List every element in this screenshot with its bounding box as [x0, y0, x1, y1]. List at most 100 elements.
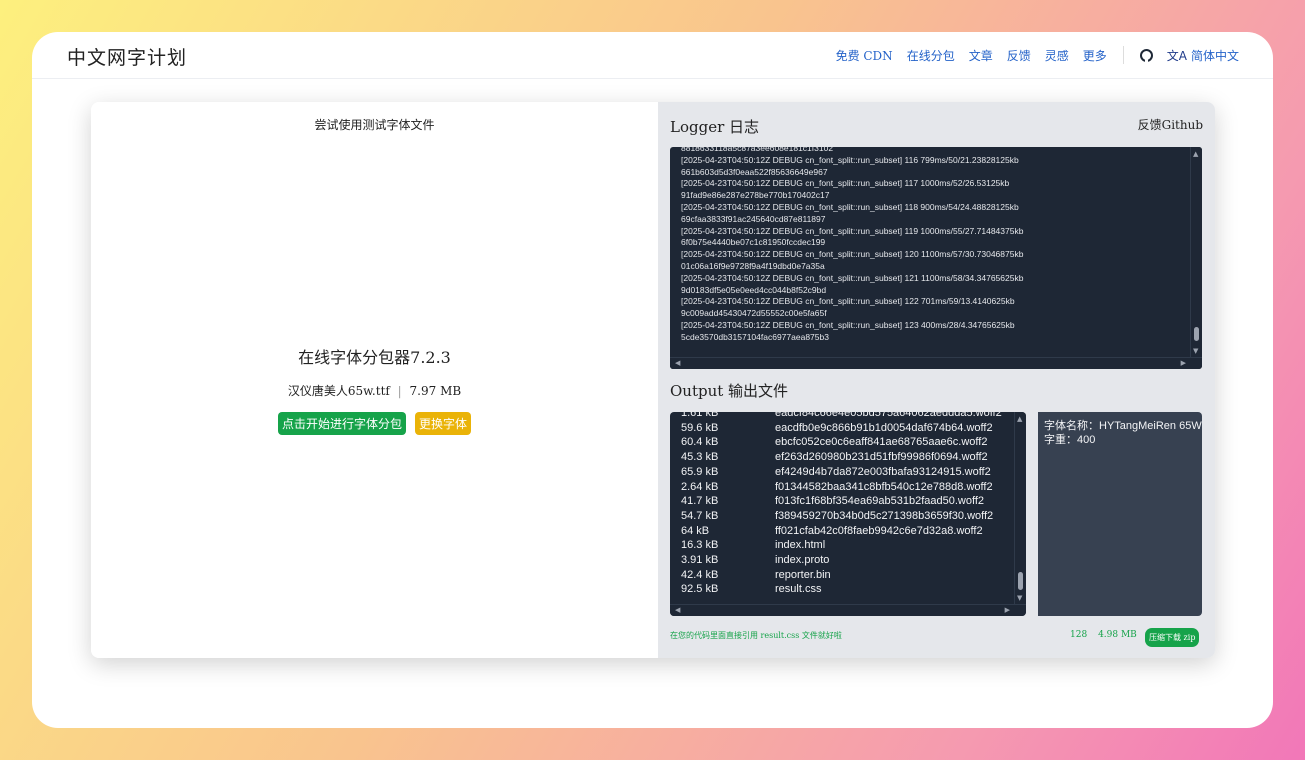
scroll-right-arrow-icon[interactable]: ▶	[1181, 359, 1186, 367]
logger-console[interactable]: 8818633118a5c87a3ee608e181c1f3102 [2025-0…	[670, 147, 1202, 369]
log-line: 8818633118a5c87a3ee608e181c1f3102	[681, 147, 834, 153]
file-size: 7.97 MB	[409, 384, 462, 398]
output-file-row[interactable]: 54.7 kB f389459270b34b0d5c271398b3659f30.…	[681, 509, 1002, 524]
log-line: [2025-04-23T04:50:12Z DEBUG cn_font_spli…	[681, 154, 1019, 165]
output-file-size: 45.3 kB	[681, 451, 719, 464]
site-logo[interactable]: 中文网字计划	[67, 43, 187, 70]
scroll-right-arrow-icon[interactable]: ▶	[1005, 606, 1010, 614]
nav-link-inspiration[interactable]: 灵感	[1045, 47, 1069, 64]
output-file-row[interactable]: 45.3 kB ef263d260980b231d51fbf99986f0694.…	[681, 450, 1002, 465]
usage-note: 在您的代码里面直接引用 result.css 文件就好啦	[670, 631, 842, 640]
scroll-down-arrow-icon[interactable]: ▼	[1017, 594, 1022, 602]
output-file-size: 42.4 kB	[681, 568, 719, 581]
output-file-name: f389459270b34b0d5c271398b3659f30.woff2	[775, 509, 994, 522]
log-line: 6f0b75e4440be07c1c81950fccdec199	[681, 237, 826, 248]
font-splitter-card: 尝试使用测试字体文件 在线字体分包器7.2.3 汉仪唐美人65w.ttf | 7…	[91, 102, 1215, 658]
file-count: 128	[1070, 630, 1088, 640]
log-line: [2025-04-23T04:50:12Z DEBUG cn_font_spli…	[681, 296, 1015, 307]
output-file-row[interactable]: 41.7 kB f013fc1f68bf354ea69ab531b2faad50.…	[681, 494, 1002, 509]
output-file-row[interactable]: 3.91 kB index.proto	[681, 553, 1002, 568]
output-file-size: 1.61 kB	[681, 412, 719, 419]
output-file-size: 65.9 kB	[681, 465, 719, 478]
nav-link-cdn[interactable]: 免费 CDN	[836, 47, 893, 64]
change-font-button[interactable]: 更换字体	[415, 412, 472, 435]
output-file-name: result.css	[775, 583, 822, 596]
log-scroll-thumb[interactable]	[1194, 327, 1199, 341]
nav-link-articles[interactable]: 文章	[969, 47, 993, 64]
scroll-left-arrow-icon[interactable]: ◀	[675, 359, 680, 367]
font-family-name: 字体名称：HYTangMeiRen 65W	[1044, 420, 1202, 432]
log-vertical-scrollbar[interactable]: ▲ ▼	[1190, 147, 1202, 358]
file-name: 汉仪唐美人65w.ttf	[287, 384, 390, 398]
log-line: [2025-04-23T04:50:12Z DEBUG cn_font_spli…	[681, 249, 1024, 260]
font-info-panel: 字体名称：HYTangMeiRen 65W 字重：400	[1038, 412, 1202, 616]
log-line: [2025-04-23T04:50:12Z DEBUG cn_font_spli…	[681, 272, 1024, 283]
output-file-size: 59.6 kB	[681, 421, 719, 434]
output-file-name: ef263d260980b231d51fbf99986f0694.woff2	[775, 451, 988, 464]
scroll-up-arrow-icon[interactable]: ▲	[1017, 415, 1022, 423]
output-file-size: 16.3 kB	[681, 539, 719, 552]
nav-link-more[interactable]: 更多	[1083, 47, 1107, 64]
translate-icon[interactable]: 文A	[1167, 47, 1187, 64]
action-buttons: 点击开始进行字体分包 更换字体	[91, 412, 658, 435]
output-stats: 128 4.98 MB	[1070, 630, 1145, 640]
log-line: [2025-04-23T04:50:12Z DEBUG cn_font_spli…	[681, 319, 1015, 330]
output-file-row[interactable]: 1.61 kB eadcf84c66e4e05bd575a64062aeddda5…	[681, 412, 1002, 421]
output-vertical-scrollbar[interactable]: ▲ ▼	[1014, 412, 1026, 605]
try-test-font-link[interactable]: 尝试使用测试字体文件	[91, 116, 658, 133]
download-zip-button[interactable]: 压缩下载 zip	[1145, 628, 1200, 647]
logger-title: Logger 日志	[670, 118, 760, 136]
nav-divider	[1122, 46, 1124, 64]
scroll-down-arrow-icon[interactable]: ▼	[1193, 347, 1198, 355]
output-file-name: index.proto	[775, 554, 830, 567]
github-icon[interactable]	[1139, 48, 1153, 62]
scroll-left-arrow-icon[interactable]: ◀	[675, 606, 680, 614]
output-file-size: 60.4 kB	[681, 436, 719, 449]
output-file-row[interactable]: 60.4 kB ebcfc052ce0c6eaff841ae68765aae6c.…	[681, 435, 1002, 450]
output-scroll-thumb[interactable]	[1018, 572, 1023, 590]
log-line: 5cde3570db3157104fac6977aea875b3	[681, 331, 829, 342]
output-file-size: 41.7 kB	[681, 495, 719, 508]
output-files-table: 1.61 kB eadcf84c66e4e05bd575a64062aeddda5…	[681, 412, 1002, 597]
output-file-row[interactable]: 2.64 kB f01344582baa341c8bfb540c12e788d8.…	[681, 480, 1002, 495]
output-file-name: index.html	[775, 539, 826, 552]
output-file-row[interactable]: 59.6 kB eacdfb0e9c866b91b1d0054daf674b64.…	[681, 421, 1002, 436]
log-horizontal-scrollbar[interactable]: ◀ ▶	[670, 357, 1202, 369]
output-file-name: eadcf84c66e4e05bd575a64062aeddda5.woff2	[775, 412, 1002, 419]
output-horizontal-scrollbar[interactable]: ◀ ▶	[670, 604, 1026, 616]
output-file-name: reporter.bin	[775, 568, 831, 581]
output-file-row[interactable]: 16.3 kB index.html	[681, 538, 1002, 553]
output-file-name: ebcfc052ce0c6eaff841ae68765aae6c.woff2	[775, 436, 988, 449]
top-nav: 中文网字计划 免费 CDN 在线分包 文章 反馈 灵感 更多 文A 简体中文	[32, 32, 1273, 79]
log-lines: 8818633118a5c87a3ee608e181c1f3102 [2025-0…	[681, 147, 1181, 344]
output-file-size: 64 kB	[681, 524, 710, 537]
output-file-row[interactable]: 65.9 kB ef4249d4b7da872e003fbafa93124915.…	[681, 465, 1002, 480]
log-line: [2025-04-23T04:50:12Z DEBUG cn_font_spli…	[681, 178, 1010, 189]
output-file-row[interactable]: 42.4 kB reporter.bin	[681, 568, 1002, 583]
nav-link-online[interactable]: 在线分包	[907, 47, 955, 64]
scroll-up-arrow-icon[interactable]: ▲	[1193, 150, 1198, 158]
output-file-name: ef4249d4b7da872e003fbafa93124915.woff2	[775, 465, 991, 478]
output-file-name: eacdfb0e9c866b91b1d0054daf674b64.woff2	[775, 421, 993, 434]
output-file-row[interactable]: 64 kB ff021cfab42c0f8faeb9942c6e7d32a8.wo…	[681, 524, 1002, 539]
output-file-name: f01344582baa341c8bfb540c12e788d8.woff2	[775, 480, 993, 493]
log-line: 91fad9e86e287e278be770b170402c17	[681, 190, 830, 201]
language-switcher[interactable]: 简体中文	[1191, 47, 1239, 64]
upload-panel: 尝试使用测试字体文件 在线字体分包器7.2.3 汉仪唐美人65w.ttf | 7…	[91, 102, 658, 658]
output-file-name: f013fc1f68bf354ea69ab531b2faad50.woff2	[775, 495, 984, 508]
selected-file-info: 汉仪唐美人65w.ttf | 7.97 MB	[91, 382, 658, 399]
output-file-row[interactable]: 92.5 kB result.css	[681, 582, 1002, 597]
log-line: 9c009add45430472d55552c00e5fa65f	[681, 308, 827, 319]
log-line: 661b603d5d3f0eaa522f85636649e967	[681, 166, 828, 177]
nav-link-feedback[interactable]: 反馈	[1007, 47, 1031, 64]
output-file-size: 92.5 kB	[681, 583, 719, 596]
log-line: 69cfaa3833f91ac245640cd87e811897	[681, 213, 826, 224]
log-line: [2025-04-23T04:50:12Z DEBUG cn_font_spli…	[681, 225, 1024, 236]
output-file-name: ff021cfab42c0f8faeb9942c6e7d32a8.woff2	[775, 524, 983, 537]
start-split-button[interactable]: 点击开始进行字体分包	[277, 412, 406, 435]
feedback-github-link[interactable]: 反馈Github	[1138, 116, 1203, 133]
total-size: 4.98 MB	[1098, 630, 1137, 640]
output-file-list[interactable]: 1.61 kB eadcf84c66e4e05bd575a64062aeddda5…	[670, 412, 1026, 616]
tool-title: 在线字体分包器7.2.3	[298, 348, 451, 367]
output-file-size: 3.91 kB	[681, 554, 719, 567]
